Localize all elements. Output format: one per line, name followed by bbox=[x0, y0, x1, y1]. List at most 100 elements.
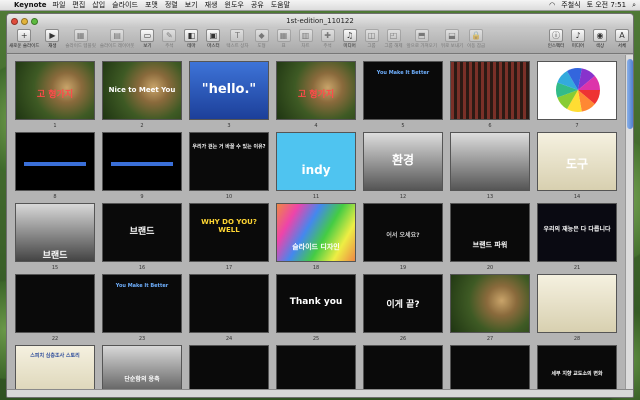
slide-number: 27 bbox=[486, 336, 494, 342]
toolbar-label: 서체 bbox=[617, 44, 627, 49]
toolbar-button[interactable]: ▦ 슬라이드 템플릿 bbox=[65, 29, 96, 49]
toolbar-icon: 🔒 bbox=[469, 29, 484, 42]
toolbar-button[interactable]: ▭ 보기 bbox=[138, 29, 156, 49]
slide-thumbnail[interactable]: Thank you 25 bbox=[276, 274, 356, 342]
toolbar-button[interactable]: + 새로운 슬라이드 bbox=[9, 29, 39, 49]
slide-number: 11 bbox=[312, 194, 320, 200]
slide-thumbnail[interactable]: You Make It Better 23 bbox=[102, 274, 182, 342]
menu-item[interactable]: 공유 bbox=[251, 0, 264, 10]
slide-number: 17 bbox=[225, 265, 233, 271]
slide-title: indy bbox=[301, 163, 331, 177]
slide-number: 4 bbox=[314, 123, 318, 129]
slide-thumbnail[interactable]: 24 bbox=[189, 274, 269, 342]
toolbar-button[interactable]: ▶ 재생 bbox=[43, 29, 61, 49]
toolbar-button[interactable]: ◆ 도형 bbox=[253, 29, 271, 49]
toolbar-label: 표 bbox=[281, 44, 286, 49]
slide-thumbnail[interactable]: "hello." 3 bbox=[189, 61, 269, 129]
toolbar-icon: ▶ bbox=[45, 29, 60, 42]
app-menu[interactable]: Keynote bbox=[14, 1, 47, 9]
slide-thumbnail[interactable]: 브랜드 파워 20 bbox=[450, 203, 530, 271]
toolbar-button[interactable]: ◉ 색상 bbox=[591, 29, 609, 49]
menu-item[interactable]: 슬라이드 bbox=[112, 0, 138, 10]
slide-thumbnail[interactable]: 27 bbox=[450, 274, 530, 342]
toolbar-button[interactable]: ▤ 슬라이드 레이아웃 bbox=[100, 29, 134, 49]
slide-number: 28 bbox=[573, 336, 581, 342]
menu-item[interactable]: 파일 bbox=[53, 0, 66, 10]
menu-item[interactable]: 재생 bbox=[205, 0, 218, 10]
slide-number: 14 bbox=[573, 194, 581, 200]
slide-thumbnail[interactable]: 도구 14 bbox=[537, 132, 617, 200]
toolbar-icon: ▭ bbox=[140, 29, 155, 42]
menu-item[interactable]: 포맷 bbox=[145, 0, 158, 10]
toolbar-button[interactable]: ◫ 그룹 bbox=[363, 29, 381, 49]
toolbar-button[interactable]: ♫ 미디어 bbox=[341, 29, 359, 49]
toolbar-button[interactable]: 🔒 이동 잠금 bbox=[467, 29, 485, 49]
slide-thumbnail[interactable]: 6 bbox=[450, 61, 530, 129]
menu-item[interactable]: 윈도우 bbox=[225, 0, 244, 10]
slide-thumbnail[interactable]: 우리의 재능은 다 다릅니다 21 bbox=[537, 203, 617, 271]
slide-thumbnail[interactable]: 8 bbox=[15, 132, 95, 200]
slide-number: 1 bbox=[53, 123, 57, 129]
slide-number: 8 bbox=[53, 194, 57, 200]
toolbar-button[interactable]: ◧ 테마 bbox=[182, 29, 200, 49]
slide-thumbnail[interactable]: 7 bbox=[537, 61, 617, 129]
vertical-scrollbar[interactable] bbox=[625, 55, 633, 389]
toolbar-label: 미디어 bbox=[343, 44, 356, 49]
slide-thumbnail[interactable]: indy 11 bbox=[276, 132, 356, 200]
toolbar-button[interactable]: T 텍스트 상자 bbox=[226, 29, 249, 49]
light-table-view: 고 형가지 1 Nice to Meet You 2 "hello." 3 고 형가지 4 Yo… bbox=[7, 55, 625, 397]
slide-thumbnail[interactable]: 고 형가지 4 bbox=[276, 61, 356, 129]
slide-title: 도구 bbox=[565, 157, 589, 171]
clock[interactable]: 토 오전 7:51 bbox=[587, 0, 627, 10]
menu-item[interactable]: 편집 bbox=[72, 0, 85, 10]
slide-thumbnail[interactable]: 어서 오세요? 19 bbox=[363, 203, 443, 271]
toolbar-icon: ▤ bbox=[110, 29, 125, 42]
toolbar-icon: T bbox=[230, 29, 245, 42]
toolbar-icon: ⓘ bbox=[549, 29, 563, 42]
toolbar-icon: ✚ bbox=[320, 29, 335, 42]
wifi-icon[interactable]: ◠ bbox=[549, 1, 555, 9]
menu-item[interactable]: 삽입 bbox=[92, 0, 105, 10]
toolbar-button[interactable]: ⓘ 인스펙터 bbox=[547, 29, 565, 49]
toolbar-button[interactable]: ✚ 주석 bbox=[319, 29, 337, 49]
toolbar-label: 새로운 슬라이드 bbox=[9, 44, 40, 49]
toolbar-button[interactable]: ✎ 주석 bbox=[160, 29, 178, 49]
toolbar-button[interactable]: ▣ 마스터 bbox=[204, 29, 222, 49]
slide-title: 브랜드 bbox=[42, 251, 68, 261]
user-menu[interactable]: 주철식 bbox=[561, 0, 580, 10]
slide-number: 16 bbox=[138, 265, 146, 271]
slide-thumbnail[interactable]: 고 형가지 1 bbox=[15, 61, 95, 129]
toolbar-button[interactable]: ▦ 표 bbox=[275, 29, 293, 49]
slide-thumbnail[interactable]: 13 bbox=[450, 132, 530, 200]
toolbar-button[interactable]: ▥ 차트 bbox=[297, 29, 315, 49]
slide-thumbnail[interactable]: 9 bbox=[102, 132, 182, 200]
toolbar-icon: ▦ bbox=[276, 29, 291, 42]
slide-thumbnail[interactable]: 브랜드 16 bbox=[102, 203, 182, 271]
menu-item[interactable]: 정렬 bbox=[165, 0, 178, 10]
scrollbar-thumb[interactable] bbox=[627, 59, 633, 129]
slide-thumbnail[interactable]: 우리가 걷는 거 바꿀 수 있는 이유? 10 bbox=[189, 132, 269, 200]
toolbar-button[interactable]: ♪ 미디어 bbox=[569, 29, 587, 49]
slide-thumbnail[interactable]: 22 bbox=[15, 274, 95, 342]
slide-thumbnail[interactable]: 슬라이드 디자인 18 bbox=[276, 203, 356, 271]
slide-thumbnail[interactable]: 환경 12 bbox=[363, 132, 443, 200]
slide-thumbnail[interactable]: You Make It Better 5 bbox=[363, 61, 443, 129]
toolbar-icon: ◫ bbox=[364, 29, 379, 42]
menu-item[interactable]: 보기 bbox=[185, 0, 198, 10]
toolbar-icon: ▣ bbox=[206, 29, 221, 42]
toolbar-button[interactable]: A 서체 bbox=[613, 29, 631, 49]
toolbar-button[interactable]: ◰ 그룹 해제 bbox=[385, 29, 403, 49]
slide-thumbnail[interactable]: 이게 끝? 26 bbox=[363, 274, 443, 342]
slide-number: 24 bbox=[225, 336, 233, 342]
menu-item[interactable]: 도움말 bbox=[271, 0, 290, 10]
spotlight-icon[interactable]: ⌕ bbox=[632, 1, 636, 10]
toolbar-button[interactable]: ⬒ 앞으로 가져오기 bbox=[407, 29, 437, 49]
slide-thumbnail[interactable]: Nice to Meet You 2 bbox=[102, 61, 182, 129]
slide-number: 10 bbox=[225, 194, 233, 200]
slide-thumbnail[interactable]: 브랜드 15 bbox=[15, 203, 95, 271]
slide-thumbnail[interactable]: WHY DO YOU? WELL 17 bbox=[189, 203, 269, 271]
slide-title: WHY DO YOU? WELL bbox=[201, 218, 257, 234]
slide-thumbnail[interactable]: 28 bbox=[537, 274, 617, 342]
slide-number: 5 bbox=[401, 123, 405, 129]
toolbar-button[interactable]: ⬓ 뒤로 보내기 bbox=[441, 29, 463, 49]
